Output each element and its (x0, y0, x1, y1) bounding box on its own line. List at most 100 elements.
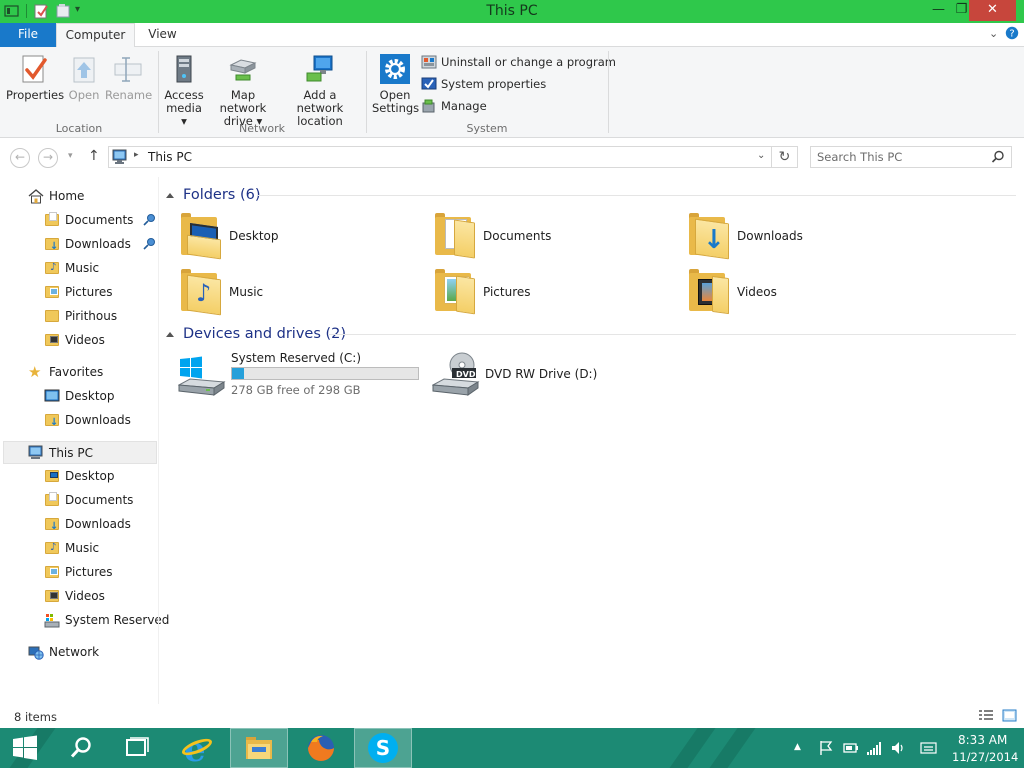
taskbar: e S ▲ 8:33 AM 11/27/2014 (0, 728, 1024, 768)
back-button[interactable]: ← (10, 148, 30, 168)
recent-locations-chevron-icon[interactable]: ▾ (68, 151, 73, 161)
skype-button[interactable]: S (354, 728, 412, 768)
folders-group-header[interactable]: Folders (6) (166, 185, 1016, 205)
internet-explorer-button[interactable]: e (168, 728, 226, 768)
videos-folder-icon (44, 588, 60, 604)
nav-item-home-pictures[interactable]: Pictures (44, 281, 113, 303)
nav-item-label: Desktop (65, 469, 115, 483)
computer-icon (112, 149, 130, 168)
ribbon-separator (158, 51, 159, 133)
add-network-location-label-1: Add a network (296, 88, 344, 115)
nav-item-favorites[interactable]: ★ Favorites (28, 361, 103, 383)
system-properties-button[interactable]: System properties (421, 75, 546, 93)
breadcrumb-chevron-icon[interactable]: ▸ (134, 150, 139, 160)
map-network-drive-button[interactable]: Map network drive ▾ (207, 53, 279, 128)
nav-item-this-pc[interactable]: This PC (28, 442, 93, 464)
tab-file[interactable]: File (0, 23, 56, 47)
large-icons-view-icon[interactable] (1002, 709, 1018, 726)
nav-item-favorites-downloads[interactable]: ↓ Downloads (44, 409, 131, 431)
address-path[interactable]: This PC (148, 150, 192, 164)
location-group-label: Location (55, 122, 103, 135)
folder-tile-music[interactable]: ♪ Music (178, 267, 263, 317)
nav-item-this-pc-desktop[interactable]: Desktop (44, 465, 115, 487)
folder-tile-downloads[interactable]: ↓ Downloads (686, 211, 803, 261)
power-icon[interactable] (842, 740, 860, 759)
nav-item-home-documents[interactable]: Documents (44, 209, 133, 231)
add-network-location-button[interactable]: Add a network location (281, 53, 359, 128)
nav-item-this-pc-pictures[interactable]: Pictures (44, 561, 113, 583)
tab-computer[interactable]: Computer (56, 23, 135, 48)
forward-button[interactable]: → (38, 148, 58, 168)
nav-item-label: Videos (65, 589, 105, 603)
help-icon[interactable]: ? (1005, 26, 1019, 43)
item-count: 8 items (14, 710, 57, 724)
nav-item-home[interactable]: Home (28, 185, 84, 207)
nav-item-label: Pirithous (65, 309, 118, 323)
open-settings-button[interactable]: Open Settings (372, 53, 419, 115)
pin-icon[interactable] (142, 213, 156, 227)
network-signal-icon[interactable] (866, 740, 882, 759)
search-input[interactable] (817, 149, 987, 165)
up-button[interactable]: ↑ (88, 148, 100, 164)
folder-tile-videos[interactable]: Videos (686, 267, 777, 317)
folder-tile-documents[interactable]: Documents (432, 211, 551, 261)
navigation-pane: Home Documents ↓ Downloads ♪ Music Pictu… (0, 177, 169, 704)
show-hidden-icons-chevron-icon[interactable]: ▲ (794, 742, 801, 752)
nav-item-label: Favorites (49, 365, 104, 379)
uninstall-program-button[interactable]: Uninstall or change a program (421, 53, 616, 71)
volume-icon[interactable] (890, 740, 906, 759)
system-properties-icon (421, 76, 437, 92)
address-bar[interactable]: ▸ This PC ⌄ (108, 146, 772, 168)
nav-item-favorites-desktop[interactable]: Desktop (44, 385, 115, 407)
tab-view[interactable]: View (135, 23, 190, 47)
nav-item-label: Downloads (65, 237, 131, 251)
folder-tile-desktop[interactable]: Desktop (178, 211, 279, 261)
nav-item-home-videos[interactable]: Videos (44, 329, 105, 351)
search-taskbar-button[interactable] (52, 728, 110, 768)
clock-time[interactable]: 8:33 AM (958, 733, 1007, 747)
documents-folder-icon (44, 492, 60, 508)
refresh-button[interactable]: ↻ (772, 146, 798, 168)
nav-item-home-music[interactable]: ♪ Music (44, 257, 99, 279)
task-view-button[interactable] (108, 728, 166, 768)
rename-button[interactable]: Rename (105, 53, 152, 102)
properties-button[interactable]: Properties (6, 53, 65, 102)
nav-item-this-pc-downloads[interactable]: ↓ Downloads (44, 513, 131, 535)
nav-item-home-pirithous[interactable]: Pirithous (44, 305, 117, 327)
pin-icon[interactable] (142, 237, 156, 251)
firefox-button[interactable] (292, 728, 350, 768)
nav-item-label: Music (65, 541, 100, 555)
nav-item-home-downloads[interactable]: ↓ Downloads (44, 233, 131, 255)
expand-ribbon-chevron-icon[interactable]: ⌄ (989, 27, 998, 40)
nav-item-label: This PC (49, 446, 93, 460)
manage-button[interactable]: Manage (421, 97, 487, 115)
pane-divider[interactable] (158, 177, 159, 704)
drive-name: System Reserved (C:) (231, 351, 362, 365)
file-explorer-button[interactable] (230, 728, 288, 768)
open-button[interactable]: Open (65, 53, 103, 102)
folder-tile-pictures[interactable]: Pictures (432, 267, 531, 317)
clock-date[interactable]: 11/27/2014 (952, 750, 1018, 764)
file-explorer-icon (246, 737, 272, 759)
access-media-button[interactable]: Access media ▾ (162, 53, 206, 128)
keyboard-ime-icon[interactable] (920, 740, 938, 759)
drive-tile-d[interactable]: DVD DVD RW Drive (D:) (431, 351, 682, 399)
start-button[interactable] (0, 728, 50, 768)
nav-item-this-pc-documents[interactable]: Documents (44, 489, 133, 511)
nav-item-label: Pictures (65, 565, 113, 579)
ribbon-tab-bar: File Computer View ⌄ ? (0, 23, 1024, 48)
nav-item-this-pc-music[interactable]: ♪ Music (44, 537, 99, 559)
search-icon[interactable] (991, 150, 1005, 167)
collapse-caret-icon (166, 332, 174, 337)
action-center-flag-icon[interactable] (818, 740, 834, 759)
address-dropdown-chevron-icon[interactable]: ⌄ (757, 150, 765, 161)
close-button[interactable]: ✕ (969, 0, 1016, 21)
details-view-icon[interactable] (978, 709, 994, 726)
nav-item-this-pc-system-reserved[interactable]: System Reserved (44, 609, 169, 631)
drives-group-header[interactable]: Devices and drives (2) (166, 324, 1016, 344)
nav-item-network[interactable]: Network (28, 641, 99, 663)
properties-label: Properties (6, 88, 65, 102)
music-folder-icon: ♪ (178, 269, 222, 316)
nav-item-this-pc-videos[interactable]: Videos (44, 585, 105, 607)
downloads-folder-icon: ↓ (44, 412, 60, 428)
